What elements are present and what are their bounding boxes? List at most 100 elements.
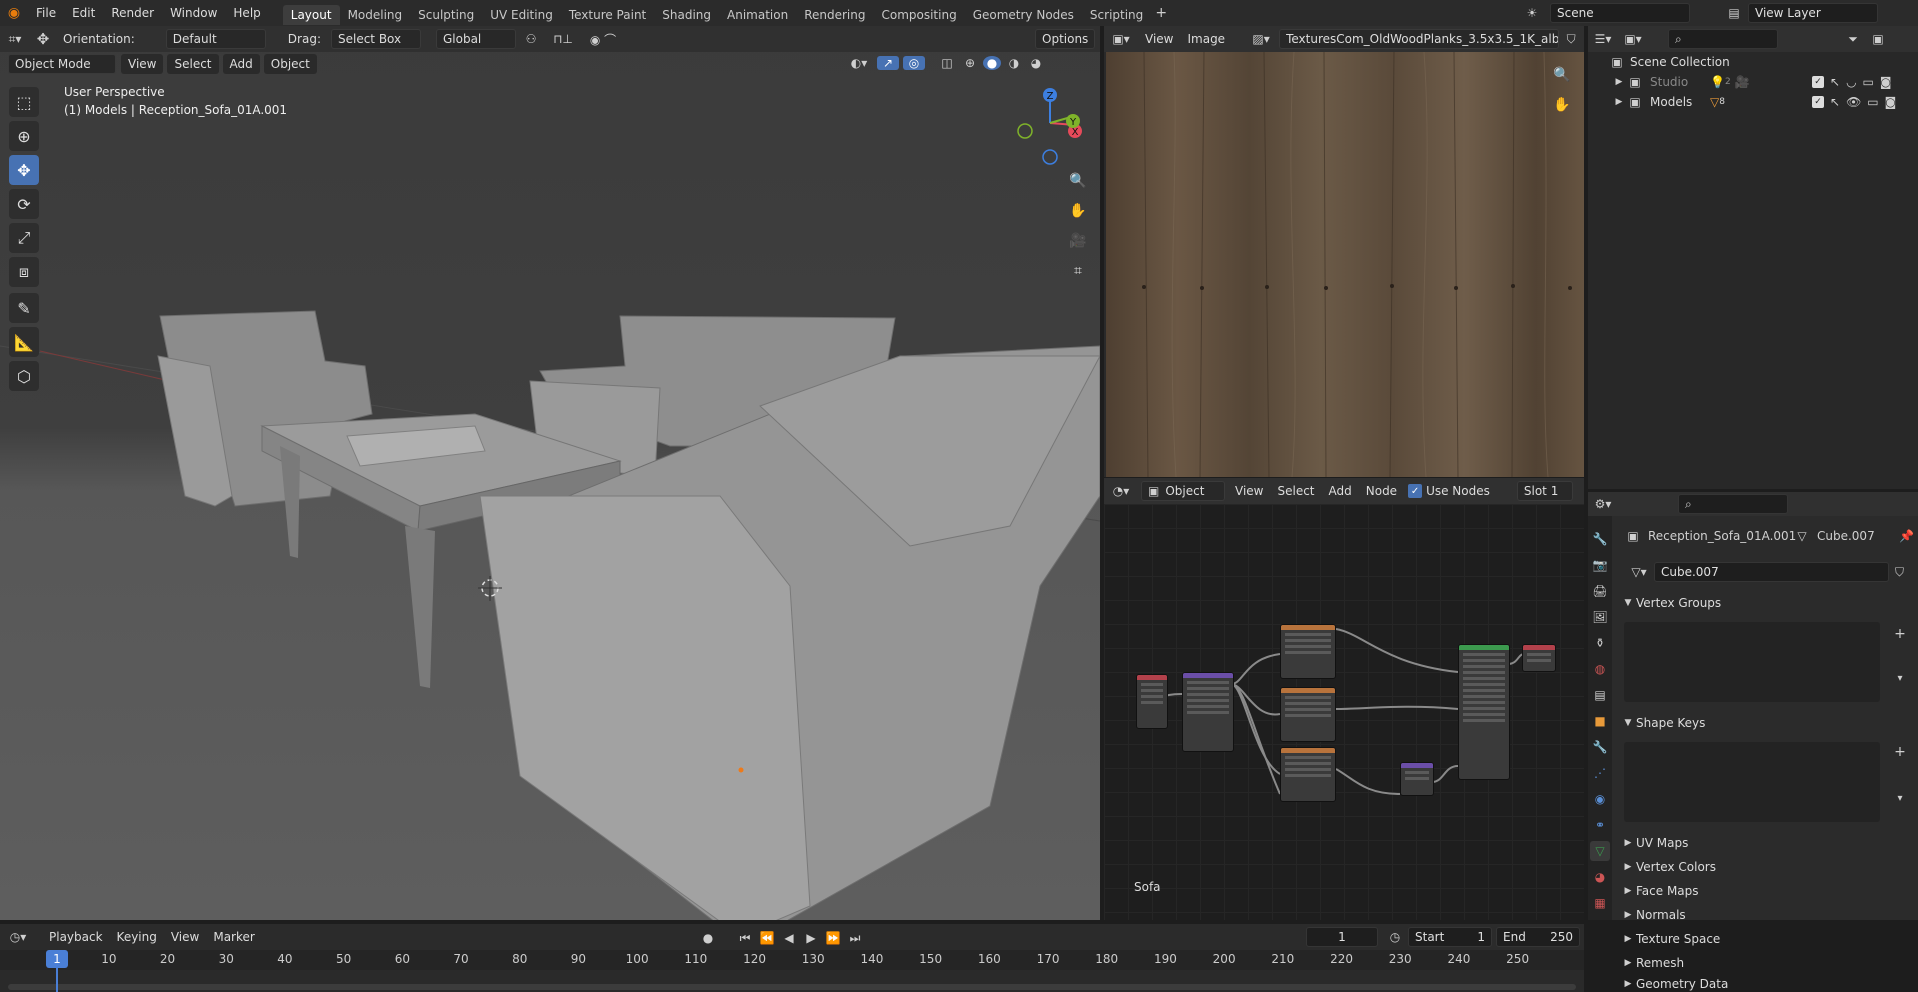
node-menu-view[interactable]: View [1228,481,1270,501]
panel-uv-maps[interactable]: ▶ UV Maps [1620,832,1900,854]
editor-type-icon[interactable]: ⌗▾ [0,32,30,47]
scene-icon[interactable]: ☀ [1523,3,1541,23]
timeline-menu-keying[interactable]: Keying [110,927,164,947]
viewport-menu-select[interactable]: Select [167,54,219,74]
tab-geometry-nodes[interactable]: Geometry Nodes [965,5,1082,25]
fake-user-shield-icon[interactable]: ⛉ [1895,565,1904,580]
mesh-name-field[interactable]: Cube.007 [1654,562,1889,582]
tab-rendering[interactable]: Rendering [796,5,873,25]
node-image-texture-1[interactable] [1280,624,1336,679]
move-tool[interactable]: ✥ [9,155,39,185]
filter-icon[interactable]: ⏷ [1838,32,1868,47]
vertex-groups-add-button[interactable]: + [1890,624,1910,644]
slot-dropdown[interactable]: Slot 1 [1516,481,1573,501]
world-properties-tab[interactable]: ◍ [1590,659,1610,679]
hide-eye-icon[interactable]: ◡ [1846,75,1856,89]
current-frame-field[interactable]: 1 [1306,927,1378,947]
image-zoom-icon[interactable]: 🔍 [1549,62,1575,88]
start-frame-field[interactable]: Start 1 [1408,927,1492,947]
menu-file[interactable]: File [28,0,64,26]
timeline-menu-marker[interactable]: Marker [206,927,261,947]
panel-texture-space[interactable]: ▶ Texture Space [1620,928,1900,950]
node-editor-type-icon[interactable]: ◔▾ [1104,484,1138,498]
view-layer-icon[interactable]: ▤ [1725,3,1743,23]
proportional-edit-icon[interactable]: ◉ ⌒ [583,31,623,48]
node-material-output[interactable] [1522,644,1556,672]
panel-vertex-groups[interactable]: ▼ Vertex Groups [1620,592,1900,614]
render-camera-icon[interactable]: ◙ [1885,95,1897,109]
image-name-field[interactable]: TexturesCom_OldWoodPlanks_3.5x3.5_1K_alb… [1279,29,1560,49]
scene-selector[interactable]: Scene [1550,3,1690,23]
drag-dropdown[interactable]: Select Box [330,29,421,49]
new-collection-icon[interactable]: ▣ [1868,32,1888,46]
node-texture-coordinate[interactable] [1136,674,1168,729]
tool-properties-tab[interactable]: 🔧 [1590,529,1610,549]
viewport-menu-object[interactable]: Object [263,54,317,74]
selectable-icon[interactable]: ↖ [1830,95,1840,109]
expand-arrow-icon[interactable]: ▶ [1612,77,1626,87]
node-editor-canvas[interactable]: Sofa [1104,504,1584,920]
panel-face-maps[interactable]: ▶ Face Maps [1620,880,1900,902]
options-dropdown[interactable]: Options [1035,29,1095,49]
monitor-icon[interactable]: ▭ [1863,75,1874,89]
blender-logo-icon[interactable]: ◉ [0,5,28,21]
shape-keys-add-button[interactable]: + [1890,742,1910,762]
jump-end-icon[interactable]: ⏭ [846,931,864,946]
properties-type-icon[interactable]: ⚙▾ [1588,497,1618,511]
collection-properties-tab[interactable]: ▤ [1590,685,1610,705]
node-image-texture-3[interactable] [1280,747,1336,802]
timeline-menu-playback[interactable]: Playback [42,927,110,947]
rotate-tool[interactable]: ⟳ [9,189,39,219]
modifier-properties-tab[interactable]: 🔧 [1590,737,1610,757]
perspective-grid-icon[interactable]: ⌗ [1065,258,1091,284]
select-box-tool[interactable]: ⬚ [9,87,39,117]
image-menu-image[interactable]: Image [1180,29,1232,49]
move-tool-icon[interactable]: ✥ [30,30,56,48]
panel-vertex-colors[interactable]: ▶ Vertex Colors [1620,856,1900,878]
viewport-menu-add[interactable]: Add [222,54,260,74]
tab-texture-paint[interactable]: Texture Paint [561,5,654,25]
shape-keys-menu-button[interactable]: ▾ [1890,788,1910,808]
panel-geometry-data[interactable]: ▶ Geometry Data [1620,976,1900,992]
output-properties-tab[interactable]: 🖨 [1590,581,1610,601]
jump-keyframe-back-icon[interactable]: ⏪ [758,931,776,945]
checkbox-icon[interactable]: ✓ [1812,76,1824,88]
image-editor-type-icon[interactable]: ▣▾ [1104,32,1138,46]
shading-rendered-icon[interactable]: ◕ [1027,56,1045,70]
image-browse-icon[interactable]: ▨▾ [1246,32,1276,46]
image-pan-hand-icon[interactable]: ✋ [1549,92,1575,118]
scene-properties-tab[interactable]: ⚱ [1590,633,1610,653]
checkbox-icon[interactable]: ✓ [1812,96,1824,108]
timeline-scrollbar[interactable] [8,984,1576,990]
vertex-groups-list[interactable] [1624,622,1880,702]
outliner-type-icon[interactable]: ☰▾ [1588,32,1618,46]
data-properties-tab[interactable]: ▽ [1590,841,1610,861]
tab-shading[interactable]: Shading [654,5,719,25]
menu-edit[interactable]: Edit [64,0,103,26]
fake-user-shield-icon[interactable]: ⛉ [1562,32,1580,47]
texture-properties-tab[interactable]: ▦ [1590,893,1610,913]
scale-tool[interactable]: ⤢ [9,223,39,253]
mode-dropdown[interactable]: Object Mode [8,54,116,74]
shading-wireframe-icon[interactable]: ⊕ [961,56,979,70]
jump-keyframe-forward-icon[interactable]: ⏩ [824,931,842,945]
play-reverse-icon[interactable]: ◀ [780,931,798,945]
clock-icon[interactable]: ◷ [1386,930,1404,944]
render-properties-tab[interactable]: 📷 [1590,555,1610,575]
object-properties-tab[interactable]: ■ [1590,711,1610,731]
properties-search-input[interactable]: ⌕ [1678,494,1788,514]
node-principled-bsdf[interactable] [1458,644,1510,780]
panel-shape-keys[interactable]: ▼ Shape Keys [1620,712,1900,734]
pivot-icon[interactable]: ⚇ [519,32,543,46]
xray-icon[interactable]: ◫ [937,56,957,70]
timeline-menu-view[interactable]: View [164,927,206,947]
play-icon[interactable]: ▶ [802,931,820,945]
node-image-texture-2[interactable] [1280,687,1336,742]
transform-tool[interactable]: ⧈ [9,257,39,287]
pan-hand-icon[interactable]: ✋ [1065,198,1091,224]
particle-properties-tab[interactable]: ⋰ [1590,763,1610,783]
eye-icon[interactable]: 👁 [1846,95,1861,109]
node-mapping[interactable] [1182,672,1234,752]
outliner-search-input[interactable]: ⌕ [1668,29,1778,49]
cursor-tool[interactable]: ⊕ [9,121,39,151]
